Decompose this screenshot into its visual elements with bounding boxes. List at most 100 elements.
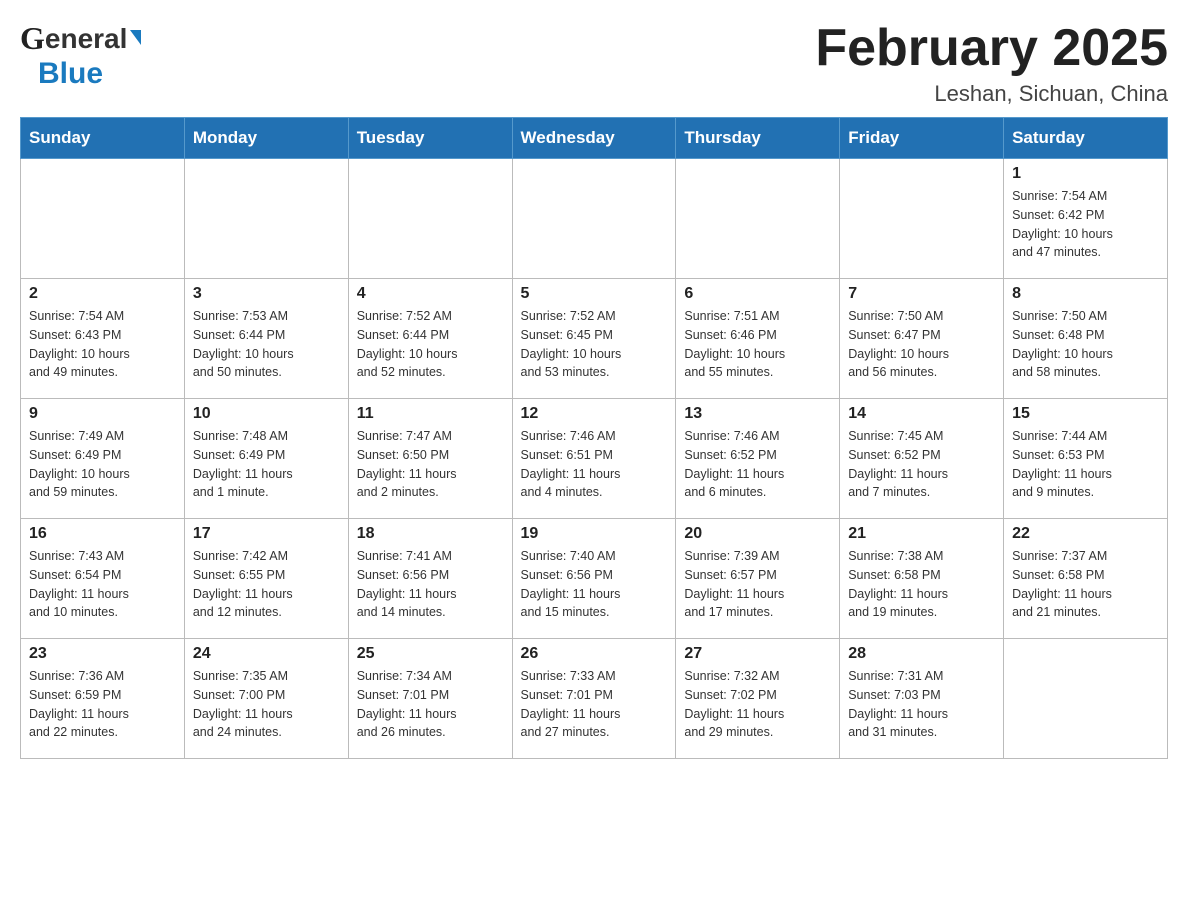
day-info: Sunrise: 7:54 AMSunset: 6:42 PMDaylight:… — [1012, 187, 1159, 262]
day-info: Sunrise: 7:52 AMSunset: 6:44 PMDaylight:… — [357, 307, 504, 382]
calendar-cell: 14 Sunrise: 7:45 AMSunset: 6:52 PMDayligh… — [840, 399, 1004, 519]
calendar-header-row: Sunday Monday Tuesday Wednesday Thursday… — [21, 118, 1168, 159]
calendar-cell: 21Sunrise: 7:38 AMSunset: 6:58 PMDayligh… — [840, 519, 1004, 639]
calendar-cell: 20 Sunrise: 7:39 AMSunset: 6:57 PMDayligh… — [676, 519, 840, 639]
day-number: 16 — [29, 525, 176, 543]
day-info: Sunrise: 7:51 AMSunset: 6:46 PMDaylight:… — [684, 307, 831, 382]
day-number: 19 — [521, 525, 668, 543]
logo-triangle-icon — [130, 30, 141, 45]
day-number: 24 — [193, 645, 340, 663]
calendar-cell: 1 Sunrise: 7:54 AMSunset: 6:42 PMDaylight… — [1004, 159, 1168, 279]
calendar-cell: 6Sunrise: 7:51 AMSunset: 6:46 PMDaylight… — [676, 279, 840, 399]
calendar-cell: 17 Sunrise: 7:42 AMSunset: 6:55 PMDayligh… — [184, 519, 348, 639]
day-number: 3 — [193, 285, 340, 303]
day-number: 23 — [29, 645, 176, 663]
calendar-cell: 11Sunrise: 7:47 AMSunset: 6:50 PMDayligh… — [348, 399, 512, 519]
day-number: 28 — [848, 645, 995, 663]
calendar-cell: 26 Sunrise: 7:33 AMSunset: 7:01 PMDayligh… — [512, 639, 676, 759]
calendar-cell — [512, 159, 676, 279]
day-number: 2 — [29, 285, 176, 303]
logo-eneral: eneral — [45, 23, 128, 55]
calendar-cell — [184, 159, 348, 279]
week-row-3: 9 Sunrise: 7:49 AMSunset: 6:49 PMDaylight… — [21, 399, 1168, 519]
calendar-cell: 12 Sunrise: 7:46 AMSunset: 6:51 PMDayligh… — [512, 399, 676, 519]
day-info: Sunrise: 7:45 AMSunset: 6:52 PMDaylight:… — [848, 427, 995, 502]
calendar-cell — [1004, 639, 1168, 759]
calendar-cell: 9 Sunrise: 7:49 AMSunset: 6:49 PMDaylight… — [21, 399, 185, 519]
logo-line2: Blue — [38, 57, 103, 91]
calendar-cell: 28Sunrise: 7:31 AMSunset: 7:03 PMDayligh… — [840, 639, 1004, 759]
header-tuesday: Tuesday — [348, 118, 512, 159]
calendar-cell: 5 Sunrise: 7:52 AMSunset: 6:45 PMDaylight… — [512, 279, 676, 399]
day-info: Sunrise: 7:32 AMSunset: 7:02 PMDaylight:… — [684, 667, 831, 742]
calendar-cell — [348, 159, 512, 279]
day-info: Sunrise: 7:48 AMSunset: 6:49 PMDaylight:… — [193, 427, 340, 502]
day-info: Sunrise: 7:41 AMSunset: 6:56 PMDaylight:… — [357, 547, 504, 622]
day-info: Sunrise: 7:44 AMSunset: 6:53 PMDaylight:… — [1012, 427, 1159, 502]
calendar-table: Sunday Monday Tuesday Wednesday Thursday… — [20, 117, 1168, 759]
day-number: 1 — [1012, 165, 1159, 183]
calendar-cell — [21, 159, 185, 279]
logo: G eneral Blue — [20, 20, 141, 91]
day-number: 15 — [1012, 405, 1159, 423]
calendar-cell: 15 Sunrise: 7:44 AMSunset: 6:53 PMDayligh… — [1004, 399, 1168, 519]
day-info: Sunrise: 7:50 AMSunset: 6:47 PMDaylight:… — [848, 307, 995, 382]
calendar-cell: 8 Sunrise: 7:50 AMSunset: 6:48 PMDaylight… — [1004, 279, 1168, 399]
day-info: Sunrise: 7:37 AMSunset: 6:58 PMDaylight:… — [1012, 547, 1159, 622]
logo-g: G — [20, 20, 45, 57]
calendar-cell: 16 Sunrise: 7:43 AMSunset: 6:54 PMDayligh… — [21, 519, 185, 639]
day-info: Sunrise: 7:52 AMSunset: 6:45 PMDaylight:… — [521, 307, 668, 382]
location: Leshan, Sichuan, China — [815, 81, 1168, 107]
day-number: 17 — [193, 525, 340, 543]
day-info: Sunrise: 7:46 AMSunset: 6:52 PMDaylight:… — [684, 427, 831, 502]
day-info: Sunrise: 7:43 AMSunset: 6:54 PMDaylight:… — [29, 547, 176, 622]
header-saturday: Saturday — [1004, 118, 1168, 159]
calendar-cell: 13Sunrise: 7:46 AMSunset: 6:52 PMDayligh… — [676, 399, 840, 519]
day-info: Sunrise: 7:38 AMSunset: 6:58 PMDaylight:… — [848, 547, 995, 622]
page-header: G eneral Blue February 2025 Leshan, Sich… — [20, 20, 1168, 107]
header-friday: Friday — [840, 118, 1004, 159]
day-info: Sunrise: 7:40 AMSunset: 6:56 PMDaylight:… — [521, 547, 668, 622]
day-info: Sunrise: 7:34 AMSunset: 7:01 PMDaylight:… — [357, 667, 504, 742]
day-info: Sunrise: 7:42 AMSunset: 6:55 PMDaylight:… — [193, 547, 340, 622]
day-info: Sunrise: 7:46 AMSunset: 6:51 PMDaylight:… — [521, 427, 668, 502]
day-info: Sunrise: 7:39 AMSunset: 6:57 PMDaylight:… — [684, 547, 831, 622]
day-info: Sunrise: 7:49 AMSunset: 6:49 PMDaylight:… — [29, 427, 176, 502]
day-number: 9 — [29, 405, 176, 423]
calendar-cell: 2 Sunrise: 7:54 AMSunset: 6:43 PMDaylight… — [21, 279, 185, 399]
calendar-cell — [676, 159, 840, 279]
day-number: 5 — [521, 285, 668, 303]
day-info: Sunrise: 7:53 AMSunset: 6:44 PMDaylight:… — [193, 307, 340, 382]
calendar-cell: 7Sunrise: 7:50 AMSunset: 6:47 PMDaylight… — [840, 279, 1004, 399]
calendar-cell: 10Sunrise: 7:48 AMSunset: 6:49 PMDayligh… — [184, 399, 348, 519]
day-info: Sunrise: 7:50 AMSunset: 6:48 PMDaylight:… — [1012, 307, 1159, 382]
day-info: Sunrise: 7:33 AMSunset: 7:01 PMDaylight:… — [521, 667, 668, 742]
header-thursday: Thursday — [676, 118, 840, 159]
day-number: 8 — [1012, 285, 1159, 303]
calendar-cell: 19 Sunrise: 7:40 AMSunset: 6:56 PMDayligh… — [512, 519, 676, 639]
day-number: 4 — [357, 285, 504, 303]
calendar-cell — [840, 159, 1004, 279]
day-info: Sunrise: 7:54 AMSunset: 6:43 PMDaylight:… — [29, 307, 176, 382]
calendar-cell: 25 Sunrise: 7:34 AMSunset: 7:01 PMDayligh… — [348, 639, 512, 759]
header-sunday: Sunday — [21, 118, 185, 159]
title-block: February 2025 Leshan, Sichuan, China — [815, 20, 1168, 107]
day-number: 12 — [521, 405, 668, 423]
calendar-cell: 24 Sunrise: 7:35 AMSunset: 7:00 PMDayligh… — [184, 639, 348, 759]
week-row-5: 23 Sunrise: 7:36 AMSunset: 6:59 PMDayligh… — [21, 639, 1168, 759]
day-number: 18 — [357, 525, 504, 543]
month-title: February 2025 — [815, 20, 1168, 77]
day-number: 22 — [1012, 525, 1159, 543]
day-number: 14 — [848, 405, 995, 423]
header-monday: Monday — [184, 118, 348, 159]
day-info: Sunrise: 7:35 AMSunset: 7:00 PMDaylight:… — [193, 667, 340, 742]
day-number: 20 — [684, 525, 831, 543]
week-row-4: 16 Sunrise: 7:43 AMSunset: 6:54 PMDayligh… — [21, 519, 1168, 639]
day-number: 25 — [357, 645, 504, 663]
calendar-cell: 3 Sunrise: 7:53 AMSunset: 6:44 PMDaylight… — [184, 279, 348, 399]
day-info: Sunrise: 7:36 AMSunset: 6:59 PMDaylight:… — [29, 667, 176, 742]
calendar-cell: 4 Sunrise: 7:52 AMSunset: 6:44 PMDaylight… — [348, 279, 512, 399]
day-number: 11 — [357, 405, 504, 423]
calendar-cell: 18 Sunrise: 7:41 AMSunset: 6:56 PMDayligh… — [348, 519, 512, 639]
day-number: 26 — [521, 645, 668, 663]
